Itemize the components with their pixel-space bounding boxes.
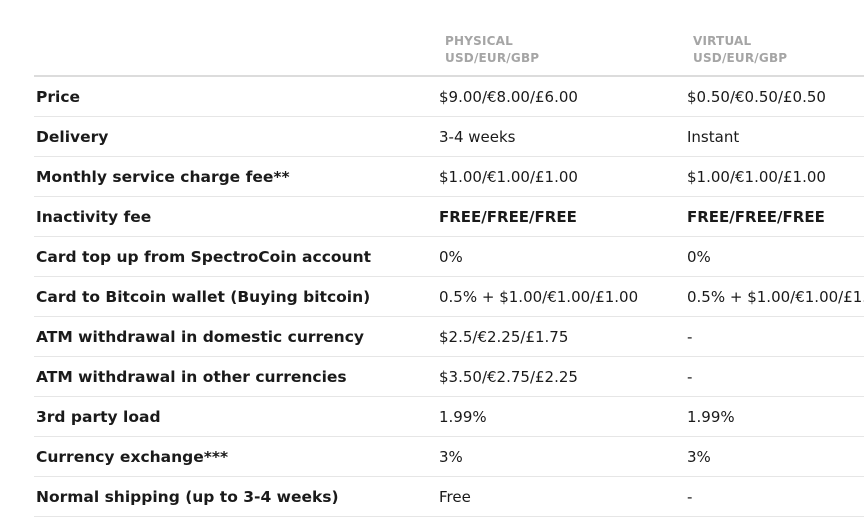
virtual-value: $1.00/€1.00/£1.00 [687, 168, 826, 186]
virtual-value: 3% [687, 448, 711, 466]
virtual-value: 0% [687, 248, 711, 266]
physical-value: 0.5% + $1.00/€1.00/£1.00 [439, 288, 639, 306]
virtual-value: - [687, 368, 693, 386]
row-label: Monthly service charge fee** [36, 168, 290, 186]
row-label: ATM withdrawal in domestic currency [36, 328, 364, 346]
physical-value: $3.50/€2.75/£2.25 [439, 368, 578, 386]
virtual-value: 0.5% + $1.00/€1.00/£1.00 [687, 288, 864, 306]
row-label: Normal shipping (up to 3-4 weeks) [36, 488, 339, 506]
virtual-value: - [687, 328, 693, 346]
virtual-value: 1.99% [687, 408, 735, 426]
table-row-card-to-bitcoin: Card to Bitcoin wallet (Buying bitcoin) … [34, 277, 864, 317]
column-header-virtual-title: VIRTUAL [693, 34, 752, 48]
table-row-atm-domestic: ATM withdrawal in domestic currency $2.5… [34, 317, 864, 357]
row-label: ATM withdrawal in other currencies [36, 368, 347, 386]
table-row-card-top-up: Card top up from SpectroCoin account 0% … [34, 237, 864, 277]
table-row-price: Price $9.00/€8.00/£6.00 $0.50/€0.50/£0.5… [34, 77, 864, 117]
row-label: Delivery [36, 128, 109, 146]
row-label: Currency exchange*** [36, 448, 229, 466]
table-row-third-party-load: 3rd party load 1.99% 1.99% [34, 397, 864, 437]
row-label: Price [36, 88, 81, 106]
column-header-physical-title: PHYSICAL [445, 34, 513, 48]
table-header: PHYSICAL USD/EUR/GBP VIRTUAL USD/EUR/GBP [34, 0, 864, 77]
physical-value: $9.00/€8.00/£6.00 [439, 88, 578, 106]
physical-value: FREE/FREE/FREE [439, 208, 577, 226]
column-header-virtual: VIRTUAL USD/EUR/GBP [693, 33, 787, 67]
physical-value: 1.99% [439, 408, 487, 426]
virtual-value: - [687, 488, 693, 506]
virtual-value: FREE/FREE/FREE [687, 208, 825, 226]
row-label: Card top up from SpectroCoin account [36, 248, 372, 266]
row-label: 3rd party load [36, 408, 161, 426]
column-header-virtual-currencies: USD/EUR/GBP [693, 51, 788, 65]
table-row-currency-exchange: Currency exchange*** 3% 3% [34, 437, 864, 477]
physical-value: 3-4 weeks [439, 128, 516, 146]
virtual-value: $0.50/€0.50/£0.50 [687, 88, 826, 106]
physical-value: 3% [439, 448, 463, 466]
physical-value: $1.00/€1.00/£1.00 [439, 168, 578, 186]
table-row-atm-other: ATM withdrawal in other currencies $3.50… [34, 357, 864, 397]
virtual-value: Instant [687, 128, 740, 146]
row-label: Inactivity fee [36, 208, 152, 226]
table-row-monthly-fee: Monthly service charge fee** $1.00/€1.00… [34, 157, 864, 197]
fee-comparison-table: PHYSICAL USD/EUR/GBP VIRTUAL USD/EUR/GBP… [34, 0, 864, 517]
table-row-delivery: Delivery 3-4 weeks Instant [34, 117, 864, 157]
table-row-inactivity-fee: Inactivity fee FREE/FREE/FREE FREE/FREE/… [34, 197, 864, 237]
physical-value: $2.5/€2.25/£1.75 [439, 328, 569, 346]
column-header-physical: PHYSICAL USD/EUR/GBP [445, 33, 539, 67]
physical-value: Free [439, 488, 471, 506]
physical-value: 0% [439, 248, 463, 266]
row-label: Card to Bitcoin wallet (Buying bitcoin) [36, 288, 371, 306]
table-row-normal-shipping: Normal shipping (up to 3-4 weeks) Free - [34, 477, 864, 517]
column-header-physical-currencies: USD/EUR/GBP [445, 51, 540, 65]
